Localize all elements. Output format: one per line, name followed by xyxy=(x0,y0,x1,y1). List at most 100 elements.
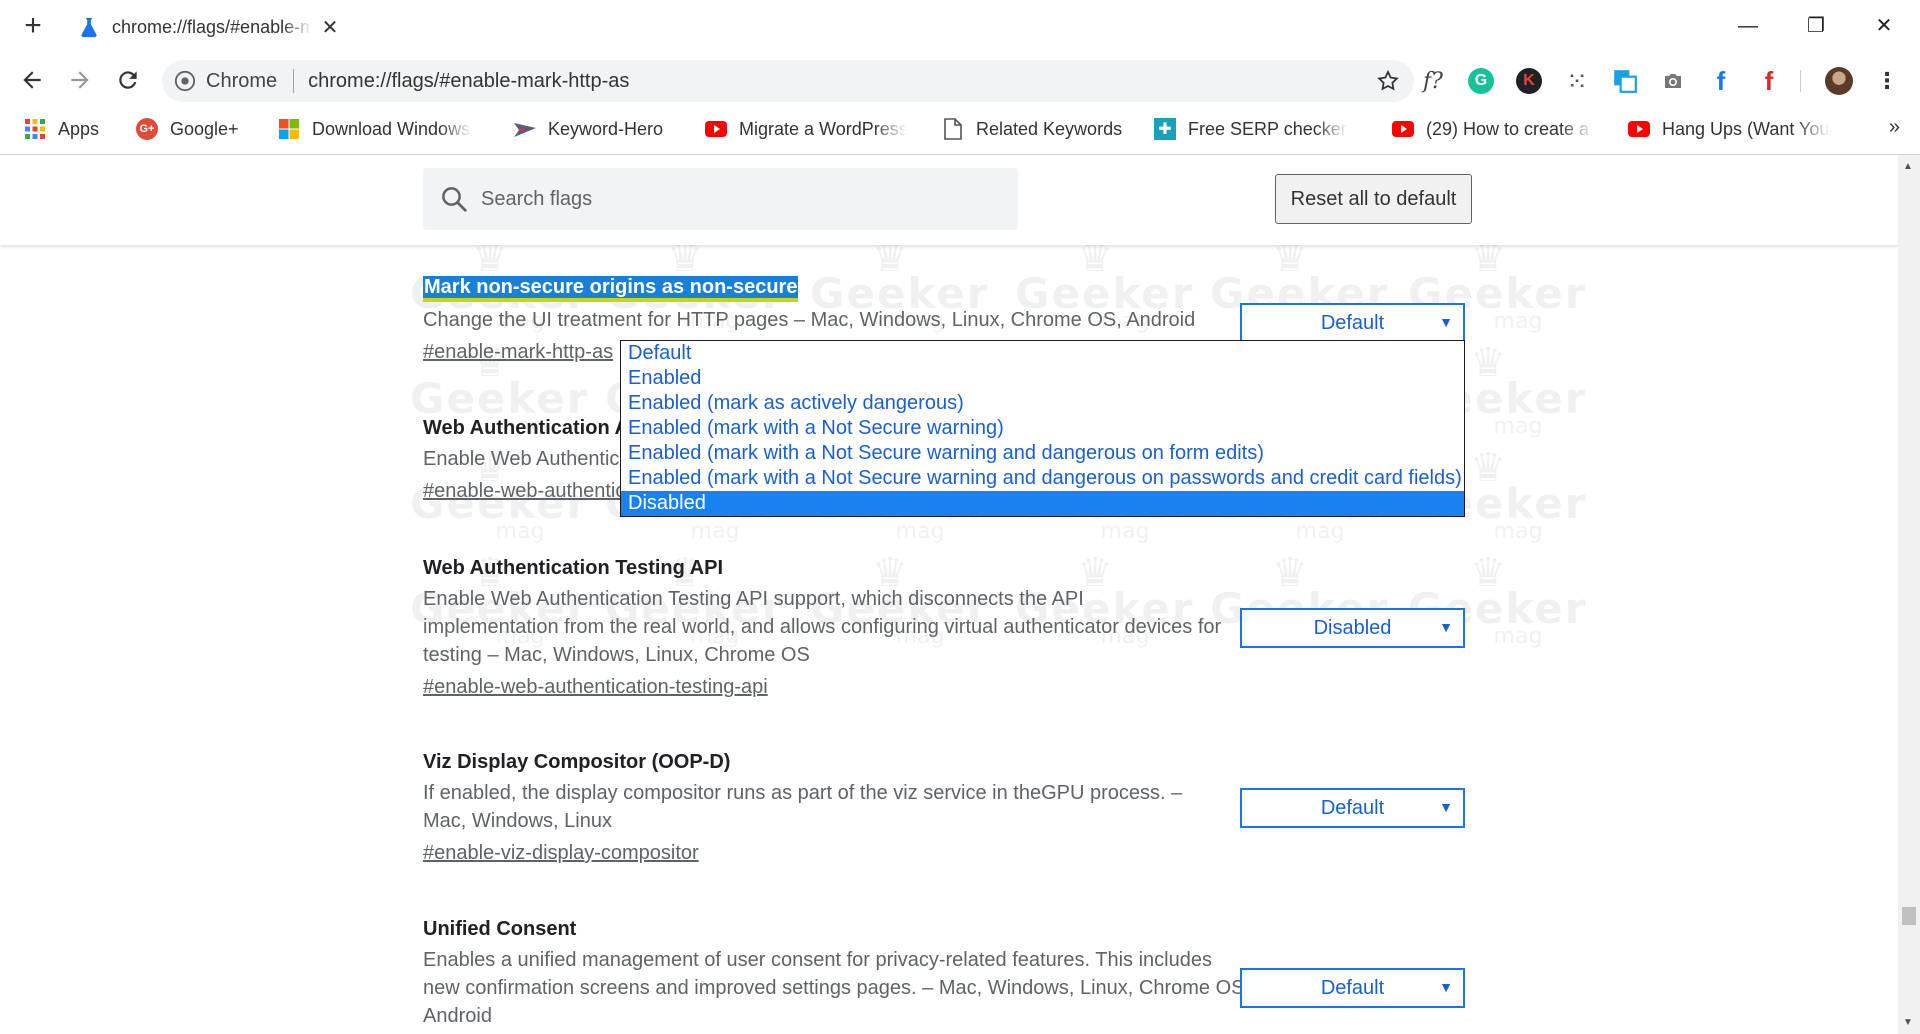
bookmark-label: (29) How to create a xyxy=(1426,118,1590,139)
reset-all-button[interactable]: Reset all to default xyxy=(1275,174,1472,224)
flipboard-icon[interactable]: f xyxy=(1754,66,1784,96)
omnibox-site-chip: Chrome xyxy=(206,69,278,92)
dropdown-caret-icon: ▼ xyxy=(1439,799,1453,815)
dots-grid-icon[interactable]: ⁙ xyxy=(1562,66,1592,96)
bookmark-hang-ups[interactable]: Hang Ups (Want You xyxy=(1628,116,1830,142)
experiment-select[interactable]: Default ▼ xyxy=(1240,968,1465,1008)
bookmark-star-icon[interactable] xyxy=(1376,69,1400,93)
bookmark-apps[interactable]: Apps xyxy=(24,116,99,142)
omnibox-url[interactable]: chrome://flags/#enable-mark-http-as xyxy=(308,70,629,93)
experiment-select[interactable]: Default ▼ xyxy=(1240,303,1465,343)
tab-close-icon[interactable]: ✕ xyxy=(318,15,342,40)
vertical-scrollbar[interactable]: ▲ ▼ xyxy=(1898,155,1920,1034)
dropdown-option[interactable]: Enabled (mark with a Not Secure warning … xyxy=(621,466,1464,491)
scroll-down-arrow-icon[interactable]: ▼ xyxy=(1903,1017,1913,1028)
bookmark-google-plus[interactable]: G+ Google+ xyxy=(136,116,239,142)
select-dropdown-list[interactable]: Default Enabled Enabled (mark as activel… xyxy=(620,340,1465,517)
experiment-description: Enable Web Authentication Testing API su… xyxy=(423,588,1222,666)
profile-avatar[interactable] xyxy=(1824,66,1854,96)
bookmark-label: Download Windows xyxy=(312,118,471,139)
dropdown-caret-icon: ▼ xyxy=(1439,314,1453,330)
toolbar-divider xyxy=(1800,70,1801,92)
experiment-description: Change the UI treatment for HTTP pages –… xyxy=(423,309,1196,331)
windows-logo-icon xyxy=(278,118,300,140)
experiment-link[interactable]: #enable-mark-http-as xyxy=(423,338,613,366)
facebook-icon[interactable]: f xyxy=(1706,66,1736,96)
flask-icon xyxy=(78,16,100,38)
omnibox[interactable]: Chrome chrome://flags/#enable-mark-http-… xyxy=(162,60,1414,102)
scrollbar-thumb[interactable] xyxy=(1902,907,1916,925)
experiment-description: Enables a unified management of user con… xyxy=(423,949,1251,1027)
close-window-button[interactable]: ✕ xyxy=(1864,10,1904,42)
active-tab[interactable]: chrome://flags/#enable-mark-http-as ✕ xyxy=(62,8,352,46)
toolbar: Chrome chrome://flags/#enable-mark-http-… xyxy=(0,58,1920,104)
dropdown-option[interactable]: Enabled (mark with a Not Secure warning) xyxy=(621,416,1464,441)
search-input[interactable] xyxy=(481,187,981,211)
scroll-up-arrow-icon[interactable]: ▲ xyxy=(1903,161,1913,172)
dropdown-option-selected[interactable]: Disabled xyxy=(621,491,1464,516)
dropdown-caret-icon: ▼ xyxy=(1439,979,1453,995)
experiment-viz-display-compositor: Viz Display Compositor (OOP-D) If enable… xyxy=(423,749,1223,867)
bookmarks-overflow-chevron-icon[interactable]: » xyxy=(1889,116,1900,139)
experiment-link[interactable]: #enable-web-authentication-testing-api xyxy=(423,673,768,701)
experiment-web-authentication-testing-api: Web Authentication Testing API Enable We… xyxy=(423,555,1223,701)
experiment-title: Web Authentication Testing API xyxy=(423,557,723,579)
experiment-select[interactable]: Disabled ▼ xyxy=(1240,608,1465,648)
google-plus-icon: G+ xyxy=(136,118,158,140)
bookmark-label: Migrate a WordPress xyxy=(739,118,907,139)
select-value: Default xyxy=(1320,311,1385,334)
camera-icon[interactable] xyxy=(1658,66,1688,96)
flags-page: Reset all to default ♛Geekermag♛Geekerma… xyxy=(0,155,1898,1034)
grammarly-icon[interactable]: G xyxy=(1466,66,1496,96)
serp-checker-icon: ✚ xyxy=(1154,118,1176,140)
experiment-link[interactable]: #enable-web-authentic xyxy=(423,477,625,505)
k-extension-icon[interactable]: K xyxy=(1514,66,1544,96)
new-tab-button[interactable]: + xyxy=(18,11,48,42)
flags-header: Reset all to default xyxy=(0,155,1898,245)
experiment-link[interactable]: #enable-viz-display-compositor xyxy=(423,839,699,867)
youtube-icon xyxy=(1628,118,1650,140)
dropdown-option[interactable]: Default xyxy=(621,341,1464,366)
plane-icon xyxy=(514,118,536,140)
dropdown-option[interactable]: Enabled (mark with a Not Secure warning … xyxy=(621,441,1464,466)
search-box[interactable] xyxy=(423,168,1018,230)
experiment-description: If enabled, the display compositor runs … xyxy=(423,782,1183,832)
bookmark-label: Keyword-Hero xyxy=(548,118,664,139)
bookmark-label: Related Keywords xyxy=(976,118,1123,139)
apps-grid-icon xyxy=(24,118,46,140)
chrome-icon xyxy=(174,70,196,92)
bookmark-download-windows[interactable]: Download Windows xyxy=(278,116,472,142)
reload-button[interactable] xyxy=(108,60,148,100)
bookmark-free-serp-checker[interactable]: ✚ Free SERP checker - xyxy=(1154,116,1348,142)
search-icon xyxy=(442,187,467,212)
bookmark-how-to-create[interactable]: (29) How to create a xyxy=(1392,116,1594,142)
arrow-right-icon xyxy=(71,71,89,89)
bookmark-related-keywords[interactable]: Related Keywords xyxy=(942,116,1122,142)
experiment-title: Unified Consent xyxy=(423,918,577,940)
formula-icon[interactable]: f? xyxy=(1418,66,1448,96)
select-value: Disabled xyxy=(1313,616,1392,639)
forward-button[interactable] xyxy=(60,60,100,100)
bookmark-label: Free SERP checker - xyxy=(1188,118,1348,139)
omnibox-divider xyxy=(293,69,295,93)
dropdown-caret-icon: ▼ xyxy=(1439,619,1453,635)
bookmark-migrate-wordpress[interactable]: Migrate a WordPress xyxy=(705,116,907,142)
tab-title: chrome://flags/#enable-mark-http-as xyxy=(112,16,312,37)
bookmark-label: Google+ xyxy=(170,118,239,139)
dropdown-option[interactable]: Enabled (mark as actively dangerous) xyxy=(621,391,1464,416)
youtube-icon xyxy=(1392,118,1414,140)
minimize-button[interactable]: — xyxy=(1728,10,1768,42)
restore-button[interactable]: ❐ xyxy=(1796,10,1836,42)
arrow-left-icon xyxy=(23,71,41,89)
dropdown-option[interactable]: Enabled xyxy=(621,366,1464,391)
bookmark-label: Hang Ups (Want You xyxy=(1662,118,1830,139)
tab-strip: + chrome://flags/#enable-mark-http-as ✕ … xyxy=(0,0,1920,54)
copy-extension-icon[interactable] xyxy=(1610,66,1640,96)
experiment-title: Mark non-secure origins as non-secure xyxy=(423,276,799,302)
experiment-select[interactable]: Default ▼ xyxy=(1240,788,1465,828)
menu-kebab-icon[interactable]: ⋮ xyxy=(1872,66,1902,96)
bookmark-keyword-hero[interactable]: Keyword-Hero xyxy=(514,116,663,142)
bookmarks-bar: Apps G+ Google+ Download Windows Keyword… xyxy=(0,108,1920,148)
back-button[interactable] xyxy=(12,60,52,100)
document-icon xyxy=(942,118,964,140)
